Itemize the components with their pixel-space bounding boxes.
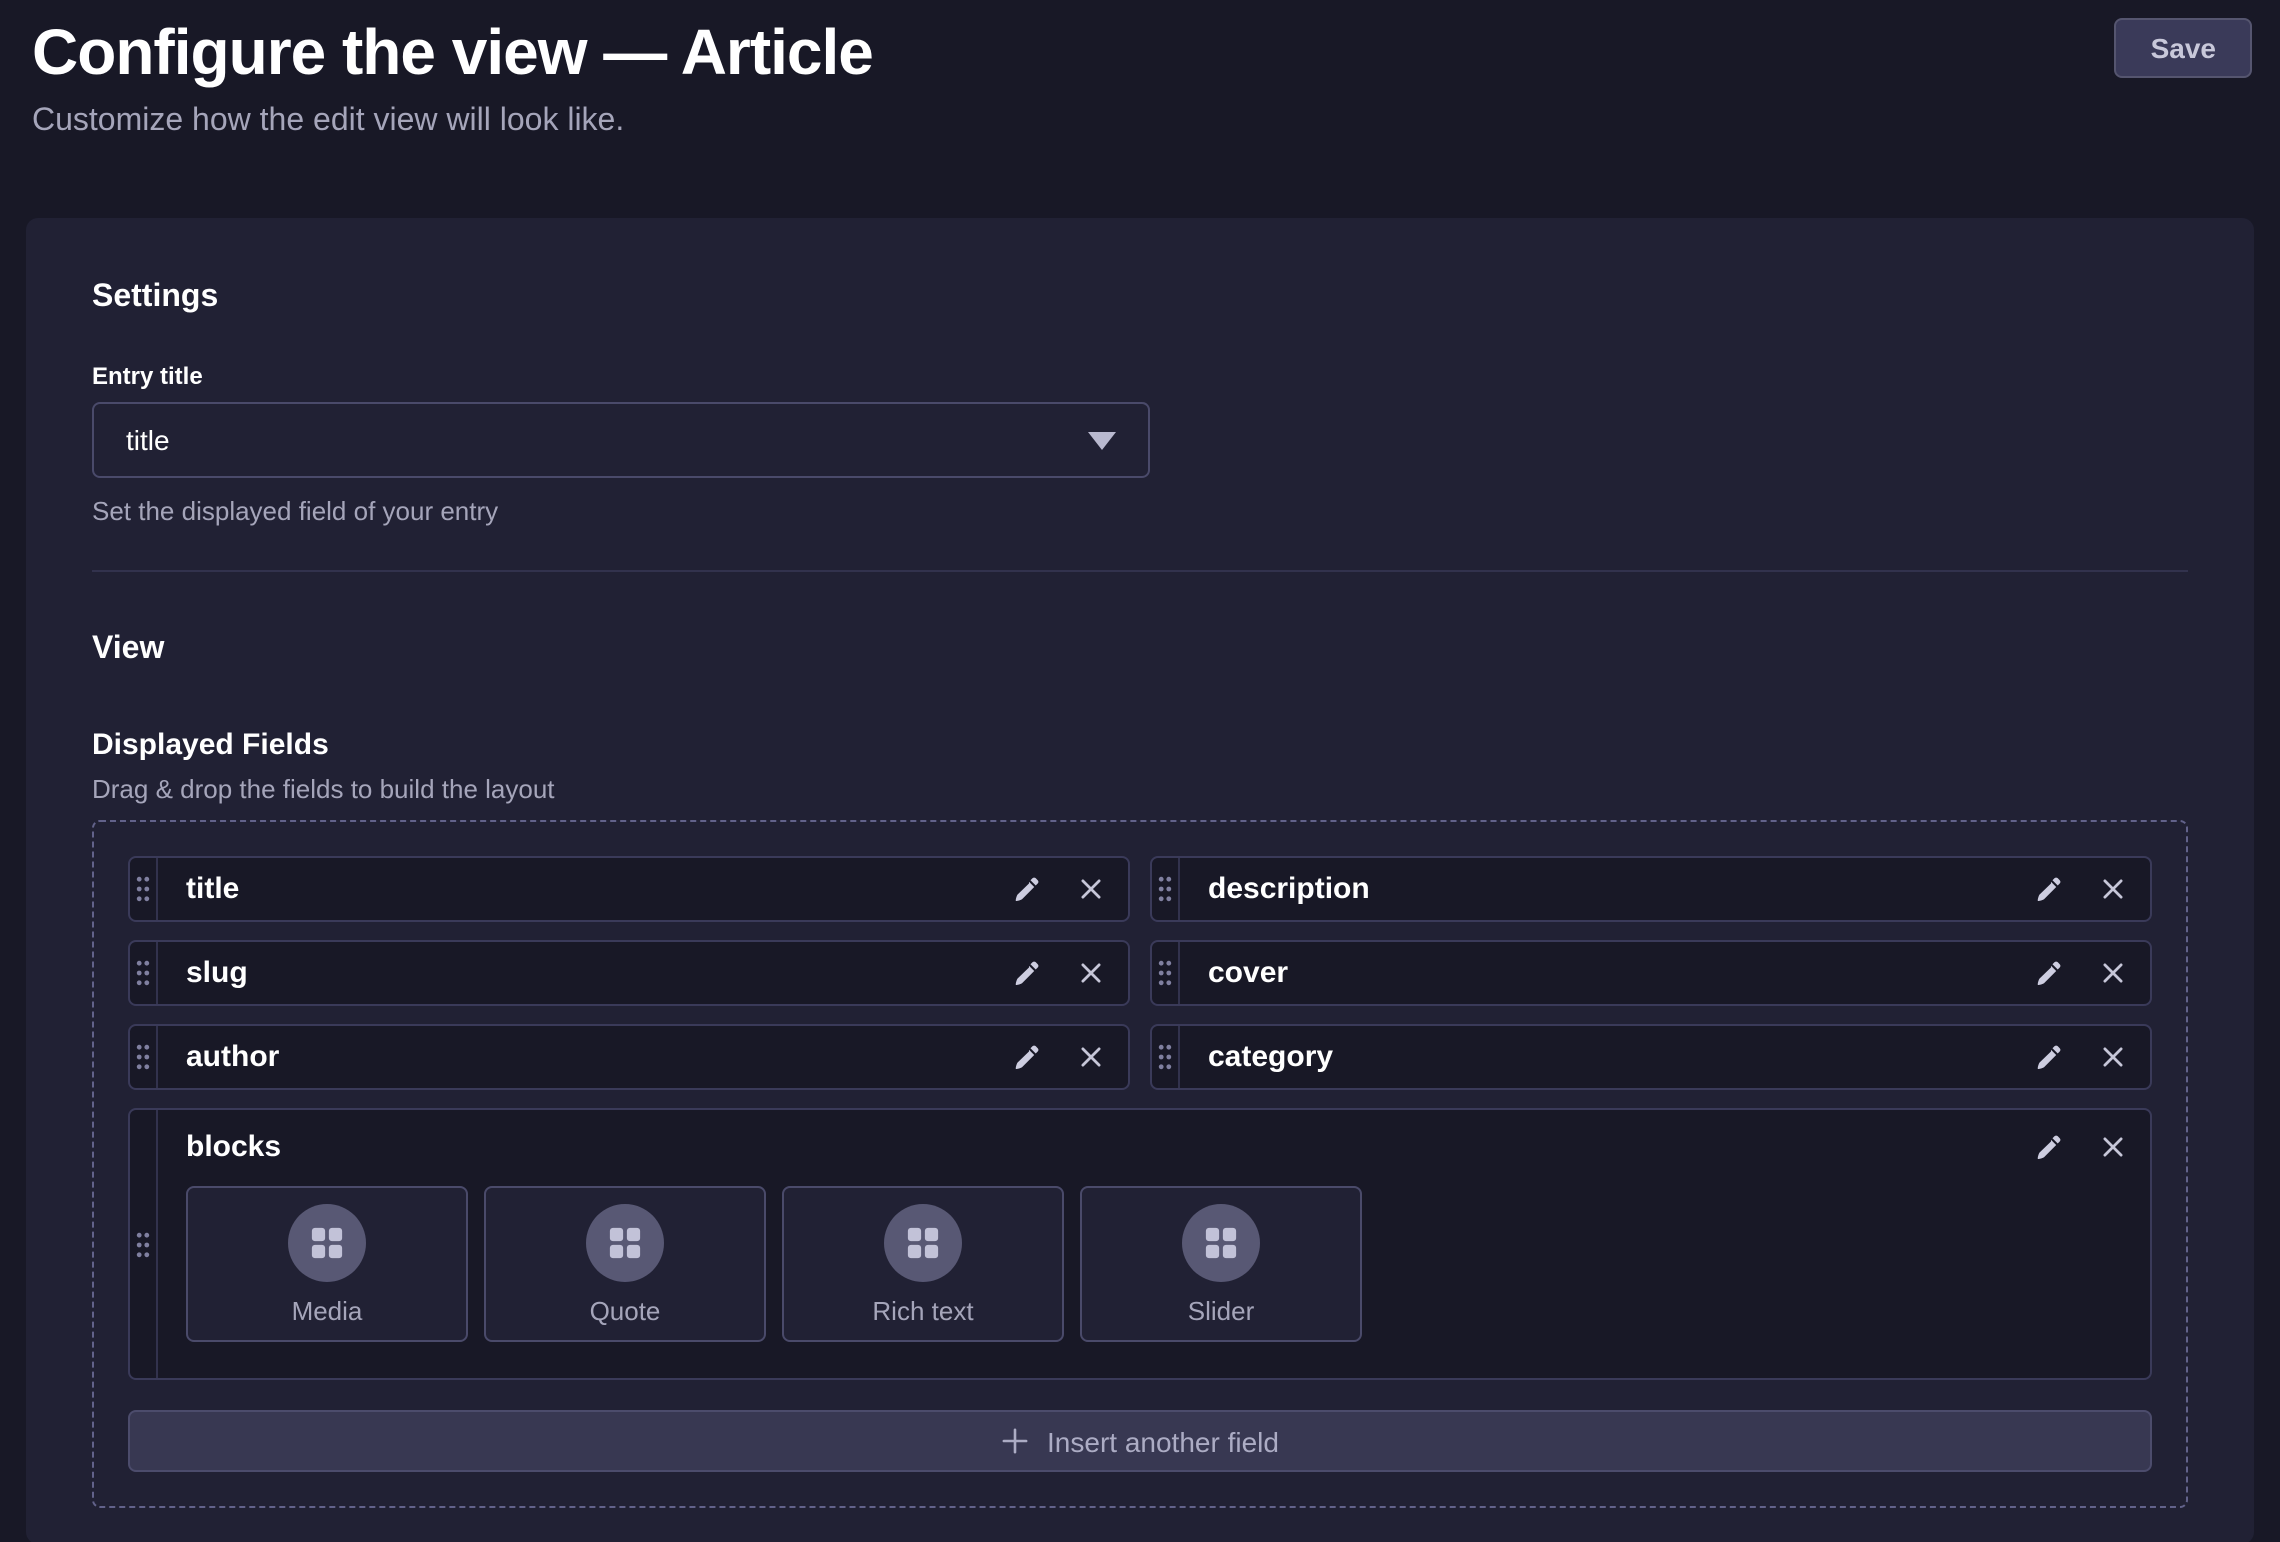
x-icon [1077,1044,1103,1070]
dynamic-zone-body: blocks Media Quote [158,1110,2150,1378]
page-title: Configure the view — Article [32,12,2248,92]
component-card-quote[interactable]: Quote [484,1186,766,1342]
remove-field-button[interactable] [2098,875,2126,903]
remove-field-button[interactable] [1076,1043,1104,1071]
component-grid-icon [906,1225,940,1259]
pencil-icon [2034,1043,2062,1071]
displayed-fields-label: Displayed Fields [92,726,2188,766]
remove-field-button[interactable] [2098,1043,2126,1071]
edit-field-button[interactable] [2034,1133,2062,1161]
section-divider [92,570,2188,572]
component-name: Slider [1188,1295,1255,1325]
field-row-description[interactable]: description [1150,856,2152,922]
page-subtitle: Customize how the edit view will look li… [32,98,2248,146]
component-grid-icon [1204,1225,1238,1259]
save-button[interactable]: Save [2115,18,2252,78]
fields-dropzone: title description [92,820,2188,1508]
field-row-cover[interactable]: cover [1150,940,2152,1006]
component-grid-icon [608,1225,642,1259]
field-name: category [1180,1026,1333,1088]
component-name: Media [292,1295,363,1325]
view-heading: View [92,626,2188,674]
remove-field-button[interactable] [1076,959,1104,987]
dynamic-zone-header: blocks [186,1130,2126,1164]
component-icon-circle [288,1203,366,1281]
component-card-media[interactable]: Media [186,1186,468,1342]
field-name: title [158,858,239,920]
page-root: Configure the view — Article Customize h… [0,0,2280,1542]
plus-icon [1001,1428,1027,1454]
pencil-icon [1012,1043,1040,1071]
component-name: Rich text [872,1295,973,1325]
edit-field-button[interactable] [1012,1043,1040,1071]
component-grid-icon [310,1225,344,1259]
pencil-icon [1012,959,1040,987]
field-name: cover [1180,942,1288,1004]
field-name: slug [158,942,248,1004]
insert-another-field-label: Insert another field [1047,1425,1279,1457]
component-icon-circle [586,1203,664,1281]
remove-field-button[interactable] [2098,1133,2126,1161]
page-header: Configure the view — Article Customize h… [0,0,2280,146]
drag-handle-dots-icon[interactable] [130,1026,158,1088]
x-icon [2099,876,2125,902]
component-icon-circle [884,1203,962,1281]
entry-title-hint: Set the displayed field of your entry [92,494,2188,528]
x-icon [2099,1134,2125,1160]
remove-field-button[interactable] [2098,959,2126,987]
entry-title-select-value: title [126,424,170,456]
field-name: blocks [186,1130,281,1164]
edit-field-button[interactable] [2034,875,2062,903]
entry-title-label: Entry title [92,360,2188,392]
edit-field-button[interactable] [2034,1043,2062,1071]
x-icon [2099,1044,2125,1070]
component-name: Quote [590,1295,661,1325]
drag-handle-dots-icon[interactable] [1152,1026,1180,1088]
entry-title-select[interactable]: title [92,402,1150,478]
drag-handle-dots-icon[interactable] [130,1110,158,1378]
dynamic-zone-row-blocks[interactable]: blocks Media Quote [128,1108,2152,1380]
field-row-category[interactable]: category [1150,1024,2152,1090]
field-row-slug[interactable]: slug [128,940,1130,1006]
component-icon-circle [1182,1203,1260,1281]
edit-field-button[interactable] [2034,959,2062,987]
field-row-author[interactable]: author [128,1024,1130,1090]
displayed-fields-hint: Drag & drop the fields to build the layo… [92,772,2188,808]
config-panel: Settings Entry title title Set the displ… [26,218,2254,1542]
settings-heading: Settings [92,274,2188,322]
x-icon [1077,876,1103,902]
field-name: description [1180,858,1370,920]
x-icon [1077,960,1103,986]
edit-field-button[interactable] [1012,875,1040,903]
drag-handle-dots-icon[interactable] [1152,858,1180,920]
pencil-icon [2034,875,2062,903]
drag-handle-dots-icon[interactable] [1152,942,1180,1004]
insert-another-field-button[interactable]: Insert another field [128,1410,2152,1472]
component-card-slider[interactable]: Slider [1080,1186,1362,1342]
x-icon [2099,960,2125,986]
drag-handle-dots-icon[interactable] [130,942,158,1004]
field-row-title[interactable]: title [128,856,1130,922]
edit-field-button[interactable] [1012,959,1040,987]
component-card-rich-text[interactable]: Rich text [782,1186,1064,1342]
pencil-icon [2034,1133,2062,1161]
component-card-list: Media Quote Rich text Slider [186,1186,2126,1342]
chevron-down-icon [1088,431,1116,449]
drag-handle-dots-icon[interactable] [130,858,158,920]
pencil-icon [2034,959,2062,987]
pencil-icon [1012,875,1040,903]
field-name: author [158,1026,279,1088]
remove-field-button[interactable] [1076,875,1104,903]
